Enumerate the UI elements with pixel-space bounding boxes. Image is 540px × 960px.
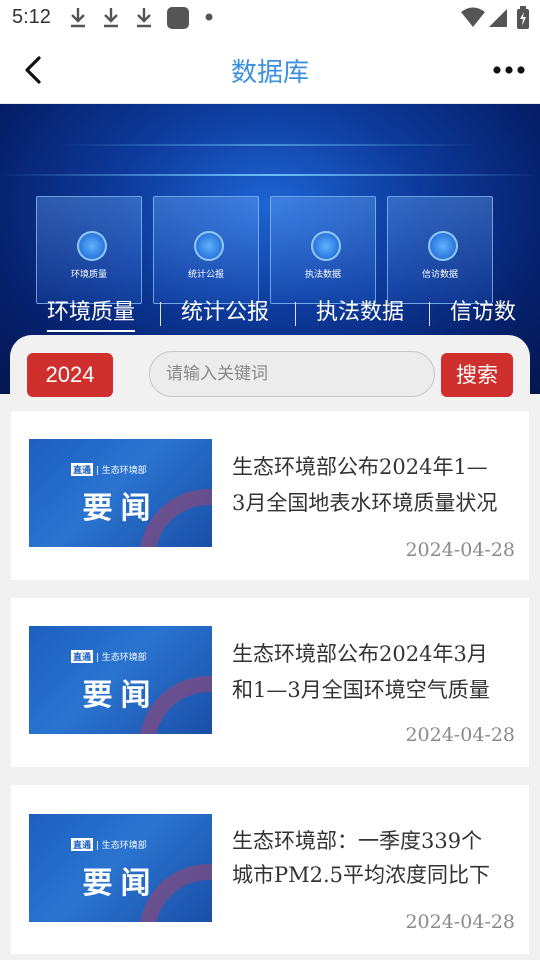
tab-divider <box>295 302 296 326</box>
list-item[interactable]: 直通 | 生态环境部 要闻 生态环境部公布2024年1— 3月全国地表水环境质量… <box>11 411 529 580</box>
news-title-line: 生态环境部公布2024年3月 <box>232 642 488 666</box>
banner-light-beam <box>60 144 480 146</box>
banner-card-environment-quality: 环境质量 <box>36 196 142 304</box>
more-notifications-dot-icon <box>205 13 213 21</box>
search-input[interactable] <box>149 351 435 397</box>
shield-icon <box>311 231 341 261</box>
banner-card-label: 信访数据 <box>421 270 458 280</box>
thumbnail-headline: 要闻 <box>82 866 159 901</box>
status-time: 5:12 <box>12 6 51 28</box>
news-title-line: 生态环境部：一季度339个 <box>232 829 483 853</box>
app-notification-icon <box>167 7 189 29</box>
tab-divider <box>429 302 430 326</box>
banner-card-label: 执法数据 <box>304 270 341 280</box>
banner-card-label: 环境质量 <box>70 270 107 280</box>
banner-card-enforcement: 执法数据 <box>270 196 376 304</box>
navigation-bar: 数据库 <box>0 36 540 104</box>
tab-environment-quality[interactable]: 环境质量 <box>47 298 136 332</box>
download-icon <box>104 8 118 28</box>
news-date: 2024-04-28 <box>405 539 515 561</box>
news-thumbnail: 直通 | 生态环境部 要闻 <box>29 626 212 734</box>
thumbnail-badge: 直通 | 生态环境部 <box>71 463 147 476</box>
tab-enforcement-data[interactable]: 执法数据 <box>316 298 404 332</box>
signal-icon <box>489 9 507 27</box>
news-title-line: 城市PM2.5平均浓度同比下 <box>232 863 491 887</box>
tab-petition-data[interactable]: 信访数 <box>450 298 516 332</box>
printer-icon <box>77 231 107 261</box>
page-title: 数据库 <box>230 58 309 88</box>
banner-light-beam <box>0 174 540 176</box>
news-date: 2024-04-28 <box>405 724 515 746</box>
download-icon <box>71 8 85 28</box>
list-item[interactable]: 直通 | 生态环境部 要闻 生态环境部：一季度339个 城市PM2.5平均浓度同… <box>11 785 529 954</box>
search-button[interactable]: 搜索 <box>441 353 513 397</box>
news-date: 2024-04-28 <box>405 911 515 933</box>
list-item[interactable]: 直通 | 生态环境部 要闻 生态环境部公布2024年3月 和1—3月全国环境空气… <box>11 598 529 767</box>
year-select-button[interactable]: 2024 <box>27 353 113 397</box>
download-icon <box>137 8 151 28</box>
category-tabs: 环境质量 统计公报 执法数据 信访数 <box>0 298 540 332</box>
banner-card-statistics: 统计公报 <box>153 196 259 304</box>
news-thumbnail: 直通 | 生态环境部 要闻 <box>29 439 212 547</box>
tab-divider <box>160 302 161 326</box>
tab-statistics-bulletin[interactable]: 统计公报 <box>181 298 269 332</box>
news-title-line: 生态环境部公布2024年1— <box>232 455 488 479</box>
safe-icon <box>428 231 458 261</box>
wifi-icon <box>461 7 485 27</box>
more-options-icon[interactable] <box>492 58 526 82</box>
status-bar: 5:12 <box>0 0 540 36</box>
news-title-line: 3月全国地表水环境质量状况 <box>232 491 498 515</box>
banner-card-label: 统计公报 <box>187 270 224 280</box>
news-title-line: 和1—3月全国环境空气质量 <box>232 678 490 702</box>
thumbnail-headline: 要闻 <box>82 491 159 526</box>
banner-card-petition: 信访数据 <box>387 196 493 304</box>
filter-panel: 2024 搜索 <box>10 335 530 405</box>
thumbnail-badge: 直通 | 生态环境部 <box>71 650 147 663</box>
thumbnail-badge: 直通 | 生态环境部 <box>71 838 147 851</box>
document-icon <box>194 231 224 261</box>
thumbnail-headline: 要闻 <box>82 678 159 713</box>
news-thumbnail: 直通 | 生态环境部 要闻 <box>29 814 212 922</box>
battery-icon <box>517 6 529 29</box>
